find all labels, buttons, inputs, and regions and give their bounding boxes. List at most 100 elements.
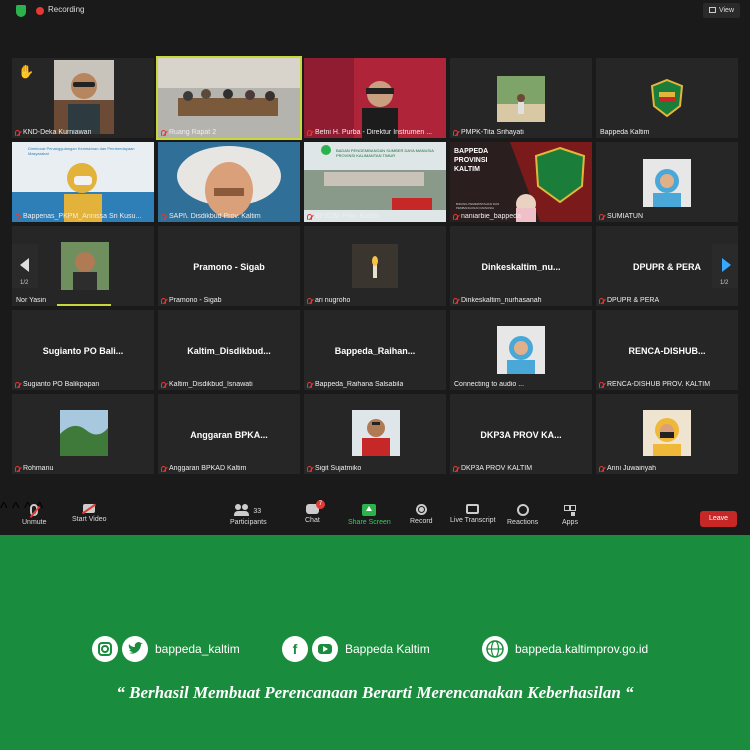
- video-tile[interactable]: SUMIATUN: [596, 142, 738, 222]
- security-shield-icon[interactable]: [16, 5, 26, 17]
- participant-name: Sigit Sujatmiko: [306, 465, 361, 472]
- record-button[interactable]: Record: [410, 504, 433, 525]
- video-tile[interactable]: Betni H. Purba - Direktur Instrumen ...: [304, 58, 446, 138]
- video-tile-active-speaker[interactable]: Ruang Rapat 2: [156, 56, 302, 140]
- participant-name: PMPK-Tita Srihayati: [452, 129, 524, 136]
- share-screen-button[interactable]: Share Screen: [348, 504, 391, 526]
- muted-mic-icon: [15, 382, 20, 388]
- participant-photo: [643, 159, 691, 207]
- recording-label: Recording: [48, 5, 85, 14]
- participant-video: [54, 60, 114, 134]
- participant-name: naniarbie_bappeda: [452, 213, 521, 220]
- view-label: View: [718, 7, 734, 14]
- participant-name: Bappeda Kaltim: [600, 129, 650, 136]
- participants-icon: [234, 504, 250, 516]
- youtube-icon: [312, 636, 338, 662]
- participant-display-name: Kaltim_Disdikbud...: [187, 346, 271, 356]
- muted-mic-icon: [15, 214, 20, 220]
- participant-name: SUMIATUN: [598, 213, 643, 220]
- chat-button[interactable]: 7 Chat: [305, 500, 325, 524]
- video-tile[interactable]: ✋ KND-Deka Kurniawan: [12, 58, 154, 138]
- participants-button[interactable]: 33 Participants: [230, 504, 267, 526]
- video-tile[interactable]: Bappeda Kaltim: [596, 58, 738, 138]
- video-tile[interactable]: Kaltim_Disdikbud... Kaltim_Disdikbud_Isn…: [158, 310, 300, 390]
- muted-mic-icon: [161, 382, 166, 388]
- video-tile[interactable]: PMPK-Tita Srihayati: [450, 58, 592, 138]
- participant-photo: [352, 410, 400, 456]
- facebook-icon: f: [282, 636, 308, 662]
- audio-options-chevron-icon[interactable]: ^: [0, 500, 8, 517]
- muted-mic-icon: [599, 214, 604, 220]
- meeting-topbar: Recording View: [0, 0, 750, 22]
- live-transcript-button[interactable]: Live Transcript: [450, 504, 496, 524]
- video-tile[interactable]: Rohmanu: [12, 394, 154, 474]
- participant-display-name: DKP3A PROV KA...: [480, 430, 562, 440]
- view-button[interactable]: View: [702, 3, 740, 18]
- instagram-icon: [92, 636, 118, 662]
- social-facebook-youtube[interactable]: f Bappeda Kaltim: [282, 635, 430, 663]
- apps-icon: [563, 504, 577, 516]
- participant-name: Connecting to audio ...: [454, 381, 525, 388]
- facebook-youtube-handle: Bappeda Kaltim: [345, 642, 430, 656]
- video-tile[interactable]: Dinkeskaltim_nu... Dinkeskaltim_nurhasan…: [450, 226, 592, 306]
- video-options-chevron-icon[interactable]: ^: [12, 500, 20, 517]
- participant-photo: [643, 410, 691, 456]
- social-instagram-twitter[interactable]: bappeda_kaltim: [92, 635, 240, 663]
- kaltim-emblem-icon: [650, 78, 684, 118]
- video-tile[interactable]: Connecting to audio ...: [450, 310, 592, 390]
- participant-photo: [352, 244, 398, 288]
- apps-button[interactable]: Apps: [562, 504, 578, 526]
- muted-mic-icon: [161, 130, 166, 136]
- page-indicator-right: 1/2: [720, 280, 729, 286]
- instagram-twitter-handle: bappeda_kaltim: [155, 642, 240, 656]
- participant-name: KND-Deka Kurniawan: [14, 129, 91, 136]
- video-tile[interactable]: Sugianto PO Bali... Sugianto PO Balikpap…: [12, 310, 154, 390]
- video-tile[interactable]: BAPPEDA PROVINSI KALTIM BIDANG PEMERINTA…: [450, 142, 592, 222]
- chat-unread-badge: 7: [315, 500, 325, 509]
- muted-mic-icon: [307, 214, 312, 220]
- video-tile[interactable]: RENCA-DISHUB... RENCA-DISHUB PROV. KALTI…: [596, 310, 738, 390]
- video-tile[interactable]: DKP3A PROV KA... DKP3A PROV KALTIM: [450, 394, 592, 474]
- participant-name: Sugianto PO Balikpapan: [14, 381, 99, 388]
- raised-hand-icon: ✋: [18, 64, 35, 79]
- video-tile[interactable]: SAPI\. Disdikbud Prov. Kaltim: [158, 142, 300, 222]
- participant-name: Anggaran BPKAD Kaltim: [160, 465, 246, 472]
- participant-name: DKP3A PROV KALTIM: [452, 465, 532, 472]
- video-tile[interactable]: ari nugroho: [304, 226, 446, 306]
- muted-mic-icon: [599, 298, 604, 304]
- muted-mic-icon: [161, 214, 166, 220]
- muted-mic-icon: [599, 466, 604, 472]
- start-video-button[interactable]: Start Video: [72, 504, 107, 523]
- participant-photo: [497, 76, 545, 122]
- video-tile[interactable]: Sigit Sujatmiko: [304, 394, 446, 474]
- muted-mic-icon: [307, 382, 312, 388]
- page-indicator-left: 1/2: [20, 280, 29, 286]
- participant-video: [304, 58, 446, 138]
- muted-mic-icon: [161, 466, 166, 472]
- share-screen-icon: [362, 504, 377, 516]
- participant-name: SAPI\. Disdikbud Prov. Kaltim: [160, 213, 261, 220]
- unmute-button[interactable]: Unmute: [22, 504, 47, 526]
- video-tile[interactable]: Anggaran BPKA... Anggaran BPKAD Kaltim: [158, 394, 300, 474]
- video-tile[interactable]: BADAN PENGEMBANGAN SUMBER DAYA MANUSIA P…: [304, 142, 446, 222]
- slogan-text: “ Berhasil Membuat Perencanaan Berarti M…: [116, 683, 634, 702]
- participant-name: Betni H. Purba - Direktur Instrumen ...: [306, 129, 432, 136]
- muted-mic-icon: [307, 298, 312, 304]
- participant-display-name: Pramono - Sigab: [193, 262, 265, 272]
- reactions-button[interactable]: Reactions: [507, 504, 538, 526]
- video-tile[interactable]: Direktorat Penanggulangan Kemiskinan dan…: [12, 142, 154, 222]
- muted-microphone-icon: [30, 504, 39, 516]
- participant-name: Pramono - Sigab: [160, 297, 222, 304]
- chat-icon: 7: [305, 500, 325, 514]
- participant-display-name: Anggaran BPKA...: [190, 430, 268, 440]
- leave-button[interactable]: Leave: [700, 511, 737, 527]
- video-tile[interactable]: Anni Juwairiyah: [596, 394, 738, 474]
- participant-name: Rohmanu: [14, 465, 53, 472]
- muted-mic-icon: [161, 298, 166, 304]
- website-link[interactable]: bappeda.kaltimprov.go.id: [482, 635, 648, 663]
- video-tile[interactable]: Pramono - Sigab Pramono - Sigab: [158, 226, 300, 306]
- bappeda-logo-text: BAPPEDA PROVINSI KALTIM: [454, 148, 488, 173]
- muted-mic-icon: [453, 298, 458, 304]
- video-tile[interactable]: Bappeda_Raihan... Bappeda_Raihana Salsab…: [304, 310, 446, 390]
- muted-mic-icon: [453, 466, 458, 472]
